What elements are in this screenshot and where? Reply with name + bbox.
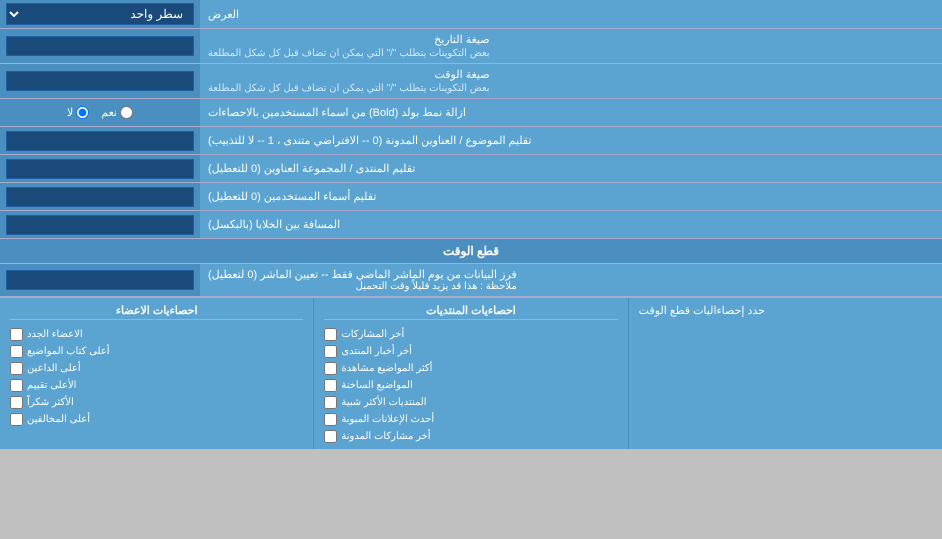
forum-label: تقليم المنتدى / المجموعة العناوين (0 للت… [208,162,415,175]
topics-label: تقليم الموضوع / العناوين المدونة (0 -- ا… [208,134,531,147]
usernames-input-container: 0 [0,183,200,210]
list-item: أخر المشاركات [324,328,617,341]
display-dropdown-container: سطر واحد [0,0,200,28]
time-cut-label: فرز البيانات من يوم الماشر الماضي فقط --… [208,269,517,281]
date-format-label: صيغة التاريخ [434,34,489,46]
post-stats-header: احصاءيات المنتديات [324,304,617,320]
checkbox-member-5[interactable] [10,396,23,409]
time-cut-input-container: 0 [0,264,200,296]
list-item: أخر أخبار المنتدى [324,345,617,358]
time-format-sublabel: بعض التكوينات يتطلب "/" التي يمكن ان تضا… [208,83,490,94]
checkbox-post-5[interactable] [324,396,337,409]
topics-input-container: 33 [0,127,200,154]
display-dropdown[interactable]: سطر واحد [6,3,194,25]
checkbox-member-2[interactable] [10,345,23,358]
list-item: أعلى المخالفين [10,413,303,426]
usernames-label: تقليم أسماء المستخدمين (0 للتعطيل) [208,190,376,203]
time-format-input[interactable]: H:i [6,71,194,91]
topics-input[interactable]: 33 [6,131,194,151]
member-stats-header: احصاءيات الاعضاء [10,304,303,320]
checkbox-member-4[interactable] [10,379,23,392]
list-item: أعلى الداعين [10,362,303,375]
list-item: أعلى كتاب المواضيع [10,345,303,358]
spacing-input-container: 2 [0,211,200,238]
list-item: أحدث الإعلانات المبوبة [324,413,617,426]
list-item: أخر مشاركات المدونة [324,430,617,443]
forum-input[interactable]: 33 [6,159,194,179]
usernames-input[interactable]: 0 [6,187,194,207]
checkbox-post-3[interactable] [324,362,337,375]
bold-yes-text: نعم [101,106,117,119]
bold-radio-container: نعم لا [0,99,200,126]
list-item: أكثر المواضيع مشاهدة [324,362,617,375]
time-cut-note: ملاحظة : هذا قد يزيد قليلاً وقت التحميل [208,281,517,292]
checkbox-member-1[interactable] [10,328,23,341]
time-cut-input[interactable]: 0 [6,270,194,290]
checkbox-post-6[interactable] [324,413,337,426]
bold-radio-no[interactable] [76,106,89,119]
time-format-input-container: H:i [0,64,200,98]
bold-radio-yes[interactable] [120,106,133,119]
date-format-input-container: d-m [0,29,200,63]
time-cut-title: قطع الوقت [443,244,499,258]
display-label: العرض [208,8,239,21]
time-format-label: صيغة الوقت [435,69,490,81]
list-item: المنتديات الأكثر شبية [324,396,617,409]
bold-radio-yes-label[interactable]: نعم [101,106,133,119]
spacing-input[interactable]: 2 [6,215,194,235]
list-item: الأكثر شكراً [10,396,303,409]
time-cut-section-header: قطع الوقت [0,239,942,264]
checkbox-member-6[interactable] [10,413,23,426]
list-item: الاعضاء الجدد [10,328,303,341]
date-format-sublabel: بعض التكوينات يتطلب "/" التي يمكن ان تضا… [208,48,490,59]
checkbox-post-4[interactable] [324,379,337,392]
bold-radio-no-label[interactable]: لا [67,106,89,119]
checkbox-post-2[interactable] [324,345,337,358]
list-item: الأعلى تقييم [10,379,303,392]
spacing-label: المسافة بين الخلايا (بالبكسل) [208,218,340,231]
checkbox-post-1[interactable] [324,328,337,341]
checkbox-post-7[interactable] [324,430,337,443]
checkboxes-area: حدد إحصاءاليات قطع الوقت احصاءيات المنتد… [0,297,942,449]
bold-no-text: لا [67,106,73,119]
post-stats-column: احصاءيات المنتديات أخر المشاركات أخر أخب… [314,298,628,449]
member-stats-column: احصاءيات الاعضاء الاعضاء الجدد أعلى كتاب… [0,298,314,449]
checkbox-member-3[interactable] [10,362,23,375]
list-item: المواضيع الساخنة [324,379,617,392]
bold-label: ازالة نمط بولد (Bold) من اسماء المستخدمي… [208,106,466,119]
date-format-input[interactable]: d-m [6,36,194,56]
stats-section-label: حدد إحصاءاليات قطع الوقت [629,298,942,449]
forum-input-container: 33 [0,155,200,182]
